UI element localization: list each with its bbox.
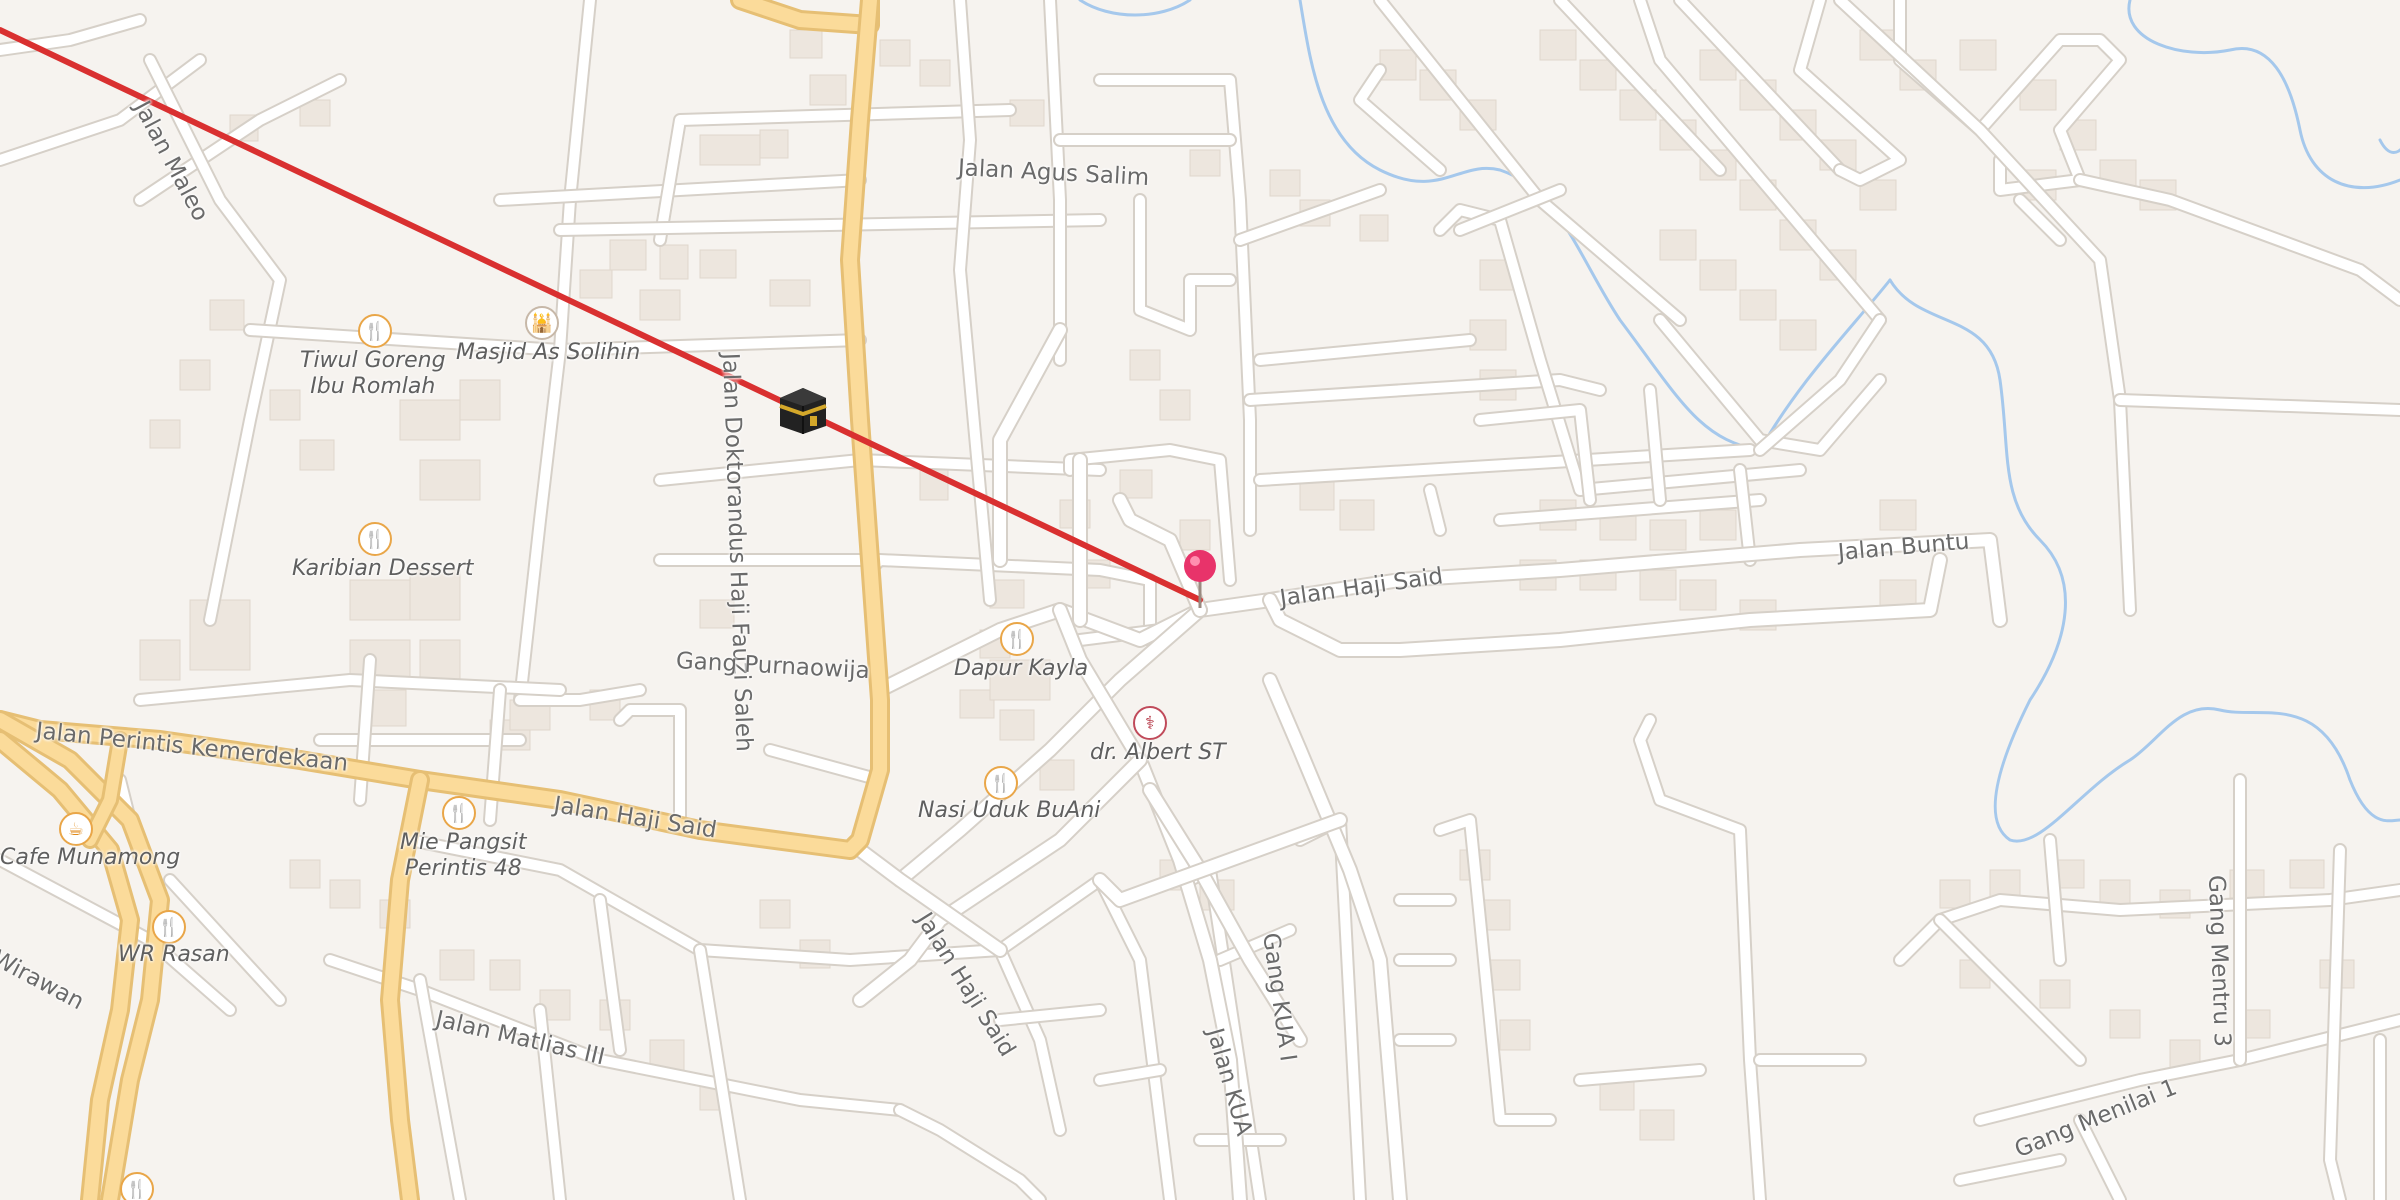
location-pin-icon[interactable]: [1182, 548, 1218, 610]
restaurant-icon[interactable]: 🍴: [358, 314, 392, 348]
poi-label-wr-rasan[interactable]: WR Rasan: [118, 942, 230, 968]
cafe-icon[interactable]: ☕: [59, 812, 93, 846]
poi-label-masjid[interactable]: Masjid As Solihin: [456, 340, 640, 366]
restaurant-icon[interactable]: 🍴: [358, 522, 392, 556]
poi-label-mie-pangsit[interactable]: Mie Pangsit Perintis 48: [400, 830, 526, 882]
poi-label-tiwul-goreng[interactable]: Tiwul Goreng Ibu Romlah: [300, 348, 446, 400]
kaaba-icon[interactable]: [776, 384, 830, 436]
restaurant-icon[interactable]: 🍴: [1000, 622, 1034, 656]
restaurant-icon[interactable]: 🍴: [120, 1172, 154, 1200]
poi-label-dr-albert[interactable]: dr. Albert ST: [1090, 740, 1226, 766]
restaurant-icon[interactable]: 🍴: [442, 796, 476, 830]
poi-label-dapur-kayla[interactable]: Dapur Kayla: [954, 656, 1088, 682]
mosque-icon[interactable]: 🕌: [525, 306, 559, 340]
map-canvas[interactable]: 🍴 🕌 🍴 🍴 ⚕ 🍴 🍴 ☕ 🍴 🍴 Tiwul Goreng Ibu Rom…: [0, 0, 2400, 1200]
poi-label-nasi-uduk[interactable]: Nasi Uduk BuAni: [918, 798, 1100, 824]
poi-label-cafe-munamong[interactable]: Cafe Munamong: [0, 845, 180, 871]
restaurant-icon[interactable]: 🍴: [152, 910, 186, 944]
poi-label-karibian[interactable]: Karibian Dessert: [292, 556, 473, 582]
doctor-icon[interactable]: ⚕: [1133, 706, 1167, 740]
restaurant-icon[interactable]: 🍴: [984, 766, 1018, 800]
